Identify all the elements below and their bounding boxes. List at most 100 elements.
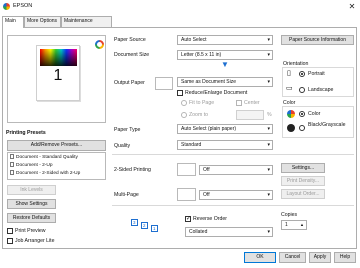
- reverse-order-label: Reverse Order: [193, 216, 228, 222]
- add-remove-presets-button[interactable]: Add/Remove Presets...: [7, 140, 106, 151]
- document-size-select[interactable]: Letter (8.5 x 11 in) ▾: [177, 50, 273, 60]
- paper-preview: 1: [36, 45, 80, 101]
- reverse-order-checkbox[interactable]: [185, 215, 191, 222]
- list-item[interactable]: Document - 2-Up: [10, 162, 53, 169]
- output-paper-value: Same as Document Size: [181, 79, 237, 85]
- landscape-label: Landscape: [308, 87, 334, 93]
- show-settings-button[interactable]: Show Settings: [7, 199, 56, 209]
- preset-label: Document - 2-Up: [16, 163, 53, 168]
- preview-copy-number: 1: [53, 67, 63, 84]
- spin-arrows-icon[interactable]: ▲: [300, 221, 304, 229]
- presets-list: Document - Standard Quality Document - 2…: [7, 152, 106, 180]
- chevron-down-icon: ▾: [267, 79, 270, 85]
- tab-more-options[interactable]: More Options: [24, 16, 61, 27]
- copies-label: Copies: [281, 212, 298, 218]
- chevron-down-icon: ▾: [267, 142, 270, 148]
- tab-maintenance[interactable]: Maintenance: [61, 16, 112, 27]
- apply-button[interactable]: Apply: [309, 252, 331, 263]
- zoom-to-radio[interactable]: [181, 112, 187, 118]
- two-sided-icon: [177, 163, 196, 176]
- output-paper-select[interactable]: Same as Document Size ▾: [177, 77, 273, 87]
- chevron-down-icon: ▾: [267, 192, 270, 198]
- two-sided-printing-label: 2-Sided Printing: [114, 167, 151, 173]
- ok-button[interactable]: OK: [244, 252, 276, 263]
- zoom-unit-label: %: [267, 112, 272, 118]
- document-size-label: Document Size: [114, 52, 150, 58]
- center-checkbox[interactable]: [236, 100, 242, 106]
- window-title: EPSON: [13, 3, 33, 9]
- document-icon: [10, 170, 14, 175]
- job-arranger-lite-checkbox[interactable]: [7, 238, 13, 244]
- quality-label: Quality: [114, 143, 131, 149]
- paper-type-value: Auto Select (plain paper): [181, 126, 237, 132]
- divider: [112, 205, 354, 206]
- color-option-label: Color: [308, 111, 321, 117]
- black-grayscale-label: Black/Grayscale: [308, 122, 346, 128]
- paper-type-label: Paper Type: [114, 127, 141, 133]
- layout-order-button[interactable]: Layout Order...: [281, 189, 325, 199]
- portrait-radio[interactable]: [299, 71, 305, 77]
- cancel-button[interactable]: Cancel: [279, 252, 306, 263]
- arrow-down-icon: ▼: [221, 60, 229, 69]
- color-sample-image: [40, 49, 77, 66]
- paper-source-value: Auto Select: [181, 37, 207, 43]
- ink-levels-button[interactable]: Ink Levels: [7, 185, 56, 195]
- collated-select[interactable]: Collated ▾: [185, 227, 273, 237]
- document-icon: [10, 154, 14, 159]
- chevron-down-icon: ▾: [267, 229, 270, 235]
- paper-source-select[interactable]: Auto Select ▾: [177, 35, 273, 45]
- preset-label: Document - Standard Quality: [16, 155, 78, 160]
- document-size-value: Letter (8.5 x 11 in): [181, 52, 222, 58]
- help-button[interactable]: Help: [334, 252, 356, 263]
- paper-source-information-button[interactable]: Paper Source Information: [281, 35, 354, 45]
- multi-page-value: Off: [203, 192, 210, 198]
- print-preview-label: Print Preview: [15, 228, 46, 234]
- reduce-enlarge-label: Reduce/Enlarge Document: [185, 90, 248, 96]
- zoom-percent-input[interactable]: [236, 110, 264, 120]
- job-arranger-lite-label: Job Arranger Lite: [15, 238, 55, 244]
- black-grayscale-radio[interactable]: [299, 125, 305, 131]
- quality-value: Standard: [181, 142, 202, 148]
- output-paper-icon: [155, 77, 173, 90]
- black-grayscale-icon: [287, 124, 295, 132]
- portrait-icon: ▯: [287, 70, 291, 77]
- collated-value: Collated: [189, 229, 208, 235]
- chevron-down-icon: ▾: [267, 167, 270, 173]
- preset-label: Document - 2-Sided with 2-Up: [16, 171, 81, 176]
- print-preview-checkbox[interactable]: [7, 228, 13, 234]
- reduce-enlarge-checkbox[interactable]: [177, 90, 183, 96]
- multi-page-label: Multi-Page: [114, 192, 139, 198]
- list-item[interactable]: Document - 2-Sided with 2-Up: [10, 170, 80, 177]
- epson-app-icon: [3, 3, 10, 10]
- document-icon: [10, 162, 14, 167]
- landscape-radio[interactable]: [299, 87, 305, 93]
- printing-presets-label: Printing Presets: [6, 130, 46, 136]
- center-label: Center: [244, 100, 260, 106]
- copies-input[interactable]: 1 ▲: [281, 220, 307, 230]
- portrait-label: Portrait: [308, 71, 325, 77]
- zoom-to-label: Zoom to: [189, 112, 209, 118]
- epson-status-icon: [95, 40, 104, 49]
- two-sided-settings-button[interactable]: Settings...: [281, 163, 325, 173]
- collate-pages-icon: 3 2 1: [131, 219, 158, 232]
- title-bar: EPSON ✕: [0, 0, 360, 14]
- fit-to-page-radio[interactable]: [181, 100, 187, 106]
- multi-page-icon: [177, 188, 196, 201]
- output-paper-label: Output Paper: [114, 80, 145, 86]
- chevron-down-icon: ▾: [267, 126, 270, 132]
- list-item[interactable]: Document - Standard Quality: [10, 154, 78, 161]
- restore-defaults-button[interactable]: Restore Defaults: [7, 213, 56, 223]
- two-sided-value: Off: [203, 167, 210, 173]
- print-density-button[interactable]: Print Density...: [281, 176, 325, 186]
- landscape-icon: ▭: [286, 85, 293, 92]
- multi-page-select[interactable]: Off ▾: [199, 190, 273, 200]
- two-sided-select[interactable]: Off ▾: [199, 165, 273, 175]
- tab-main[interactable]: Main: [2, 16, 24, 28]
- quality-select[interactable]: Standard ▾: [177, 140, 273, 150]
- copies-value: 1: [285, 222, 288, 228]
- color-radio[interactable]: [299, 111, 305, 117]
- chevron-down-icon: ▾: [267, 52, 270, 58]
- close-icon[interactable]: ✕: [346, 1, 358, 12]
- paper-type-select[interactable]: Auto Select (plain paper) ▾: [177, 124, 273, 134]
- color-icon: [287, 110, 295, 118]
